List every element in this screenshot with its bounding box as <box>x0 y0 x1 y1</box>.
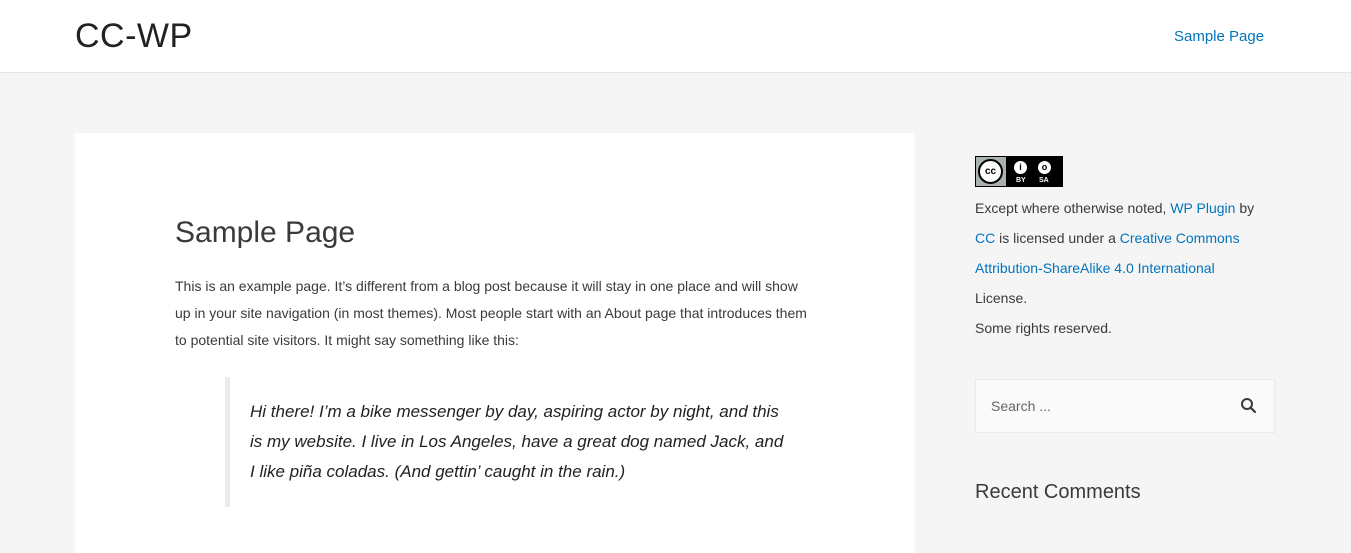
cc-logo-icon: cc <box>978 159 1003 184</box>
search-icon-svg <box>1241 398 1257 414</box>
recent-comments-title: Recent Comments <box>975 481 1141 503</box>
attribution-icon: i <box>1012 159 1029 176</box>
rights-reserved: Some rights reserved. <box>975 320 1112 336</box>
license-notice: Except where otherwise noted, WP Plugin … <box>975 193 1265 313</box>
main-content: Sample Page This is an example page. It’… <box>75 133 915 553</box>
nav-link-sample-page[interactable]: Sample Page <box>1174 27 1264 47</box>
license-middle: is licensed under a <box>999 230 1116 246</box>
badge-by-label: BY <box>1016 177 1026 184</box>
site-title[interactable]: CC-WP <box>75 16 193 56</box>
page-title: Sample Page <box>175 216 356 249</box>
search-form <box>975 379 1275 433</box>
license-prefix: Except where otherwise noted, <box>975 200 1167 216</box>
cc-by-sa-badge[interactable]: cc i o BY SA <box>975 156 1063 187</box>
badge-sa-label: SA <box>1039 177 1049 184</box>
quote-text: Hi there! I’m a bike messenger by day, a… <box>250 402 784 481</box>
license-suffix: License. <box>975 290 1028 306</box>
site-header: CC-WP Sample Page <box>0 0 1351 73</box>
share-alike-icon: o <box>1036 159 1053 176</box>
search-input[interactable] <box>976 380 1226 432</box>
license-by-word: by <box>1239 200 1255 216</box>
search-icon[interactable] <box>1240 397 1258 415</box>
sidebar: cc i o BY SA Except where otherwise note… <box>975 156 1275 343</box>
intro-paragraph: This is an example page. It’s different … <box>175 278 807 348</box>
author-link[interactable]: CC <box>975 230 995 246</box>
blockquote: Hi there! I’m a bike messenger by day, a… <box>225 377 785 507</box>
work-link[interactable]: WP Plugin <box>1170 200 1235 216</box>
